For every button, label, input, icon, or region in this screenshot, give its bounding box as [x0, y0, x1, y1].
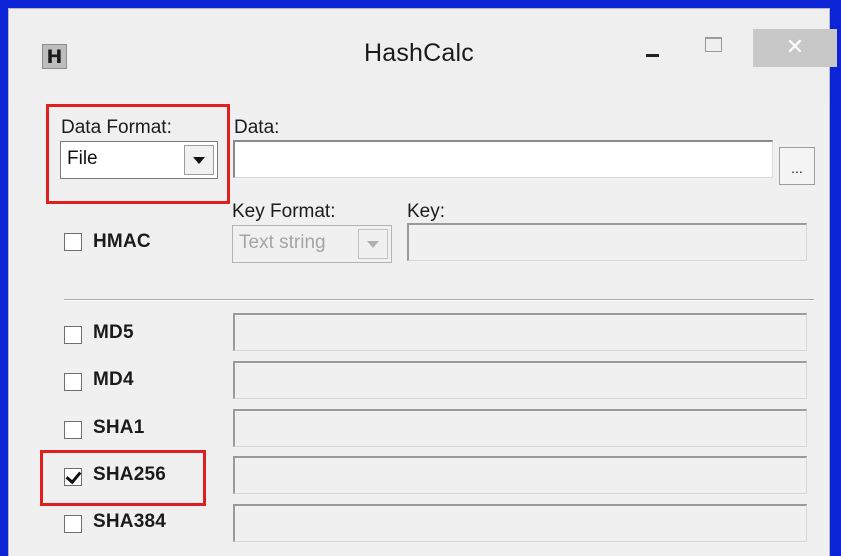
sha1-checkbox[interactable] [64, 421, 82, 439]
maximize-button[interactable] [705, 37, 723, 53]
key-format-label: Key Format: [232, 201, 336, 222]
key-input[interactable] [407, 223, 807, 261]
hmac-label: HMAC [93, 231, 151, 252]
minimize-button[interactable] [644, 44, 672, 62]
sha256-result-field[interactable] [233, 456, 807, 494]
close-button[interactable]: ✕ [753, 29, 837, 67]
sha384-label: SHA384 [93, 511, 167, 532]
app-window: H HashCalc ✕ Data Format: File Data: ...… [0, 0, 841, 556]
data-input[interactable] [233, 140, 773, 178]
hmac-checkbox[interactable] [64, 233, 82, 251]
md4-result-field[interactable] [233, 361, 807, 399]
md4-checkbox[interactable] [64, 373, 82, 391]
close-icon: ✕ [785, 35, 805, 60]
separator-line [64, 299, 814, 301]
highlight-box-data-format [46, 104, 230, 204]
key-format-dropdown[interactable]: Text string [232, 225, 392, 263]
title-bar[interactable]: H HashCalc ✕ [9, 9, 837, 97]
sha1-result-field[interactable] [233, 409, 807, 447]
md5-result-field[interactable] [233, 313, 807, 351]
chevron-down-icon[interactable] [358, 229, 388, 259]
window-client-area: H HashCalc ✕ Data Format: File Data: ...… [8, 8, 837, 556]
sha384-result-field[interactable] [233, 504, 807, 542]
data-label: Data: [234, 117, 280, 138]
highlight-box-sha256 [40, 450, 206, 506]
md5-label: MD5 [93, 322, 134, 343]
key-format-value: Text string [239, 232, 326, 253]
md5-checkbox[interactable] [64, 326, 82, 344]
sha1-label: SHA1 [93, 417, 145, 438]
key-label: Key: [407, 201, 446, 222]
sha384-checkbox[interactable] [64, 515, 82, 533]
browse-button[interactable]: ... [779, 147, 815, 185]
md4-label: MD4 [93, 369, 134, 390]
